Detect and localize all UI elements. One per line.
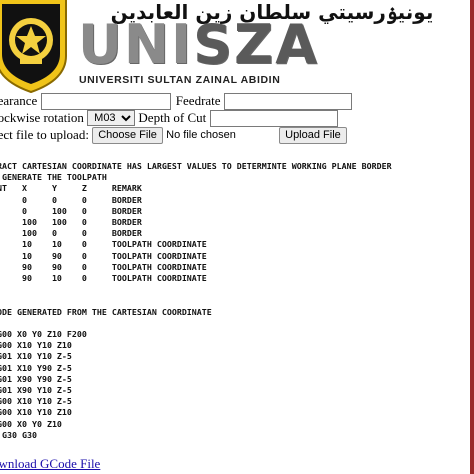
output-heading-line: D GENERATE THE TOOLPATH <box>0 172 107 183</box>
coordinate-table-row: A 0 0 0 BORDER <box>0 194 142 205</box>
gcode-line: G00 X10 Y10 Z-5 <box>0 396 72 407</box>
coordinate-table-row: G 90 90 0 TOOLPATH COORDINATE <box>0 261 207 272</box>
university-full-name: UNIVERSITI SULTAN ZAINAL ABIDIN <box>79 74 281 86</box>
clearance-input[interactable] <box>40 92 171 110</box>
gcode-output-text: TRACT CARTESIAN COORDINATE HAS LARGEST V… <box>0 161 470 441</box>
row-clearance-feedrate: learance Feedrate <box>0 92 352 110</box>
coordinate-table-row: E 10 10 0 TOOLPATH COORDINATE <box>0 239 207 250</box>
coordinate-table-row: F 10 90 0 TOOLPATH COORDINATE <box>0 250 207 261</box>
unisza-wordmark: UNISZA <box>78 18 319 72</box>
gcode-line: G01 X90 Y10 Z-5 <box>0 385 72 396</box>
university-seal-logo <box>0 0 67 94</box>
coordinate-table-row: B 0 100 0 BORDER <box>0 205 142 216</box>
feedrate-input[interactable] <box>223 92 352 110</box>
download-gcode-link[interactable]: ownload GCode File <box>0 456 100 472</box>
row-file-upload: lect file to upload: Choose File No file… <box>0 126 347 144</box>
clearance-label: learance <box>0 93 38 109</box>
university-header: يونيۏرسيتي سلطان زين العابدين UNISZA UNI… <box>0 0 474 94</box>
coordinate-table-header: INT X Y Z REMARK <box>0 183 142 194</box>
no-file-chosen-text: No file chosen <box>166 129 236 142</box>
gcode-line: G00 X0 Y0 Z10 F200 <box>0 329 87 340</box>
gcode-line: G01 X10 Y10 Z-5 <box>0 351 72 362</box>
gcode-line: G01 X10 Y90 Z-5 <box>0 362 72 373</box>
depth-of-cut-input[interactable] <box>209 109 338 127</box>
rotation-label: lockwise rotation <box>0 110 84 126</box>
row-rotation-depth: lockwise rotation M03 Depth of Cut <box>0 109 338 127</box>
gcode-line: G01 X90 Y90 Z-5 <box>0 373 72 384</box>
coordinate-table-row: C 100 100 0 BORDER <box>0 217 142 228</box>
window-right-border <box>470 0 474 474</box>
coordinate-table-row: H 90 10 0 TOOLPATH COORDINATE <box>0 273 207 284</box>
output-heading-line: TRACT CARTESIAN COORDINATE HAS LARGEST V… <box>0 161 392 171</box>
depth-of-cut-label: Depth of Cut <box>138 110 207 126</box>
file-upload-label: lect file to upload: <box>0 127 89 143</box>
feedrate-label: Feedrate <box>175 93 221 109</box>
coordinate-table-row: D 100 0 0 BORDER <box>0 228 142 239</box>
gcode-line: G00 X0 Y0 Z10 <box>0 418 62 429</box>
rotation-select[interactable]: M03 <box>87 110 136 127</box>
gcode-line: 0 G30 G30 <box>1 429 37 440</box>
wordmark-part-sza: SZA <box>193 13 319 76</box>
upload-file-button[interactable]: Upload File <box>279 126 347 144</box>
gcode-heading: CODE GENERATED FROM THE CARTESIAN COORDI… <box>0 306 212 317</box>
gcode-line: G00 X10 Y10 Z10 <box>0 340 72 351</box>
wordmark-part-uni: UNI <box>78 13 194 76</box>
choose-file-button[interactable]: Choose File <box>92 126 163 144</box>
gcode-line: G00 X10 Y10 Z10 <box>0 407 72 418</box>
